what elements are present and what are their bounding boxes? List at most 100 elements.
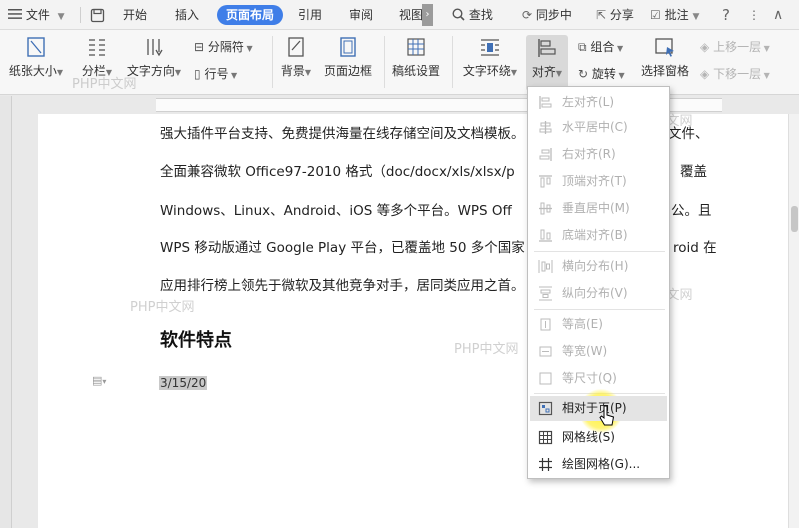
tab-home[interactable]: 开始 bbox=[123, 5, 147, 25]
align-left-icon bbox=[539, 96, 552, 109]
share-icon: ⇱ bbox=[596, 8, 607, 22]
sync-label: 同步中 bbox=[535, 8, 572, 22]
paper-size-button[interactable]: 纸张大小▼ bbox=[8, 36, 64, 79]
comment-icon: ☑ bbox=[650, 8, 661, 22]
align-bottom-icon bbox=[539, 229, 552, 242]
tab-scroll-right-icon[interactable]: › bbox=[422, 4, 433, 26]
line-number-button[interactable]: ▯ 行号 ▼ bbox=[194, 65, 237, 83]
same-height-icon bbox=[540, 318, 551, 331]
align-top-icon bbox=[539, 175, 552, 188]
document-page[interactable]: 强大插件平台支持、免费提供海量在线存储空间及文档模板。 全面兼容微软 Offic… bbox=[38, 77, 788, 528]
menu-item-same-height[interactable]: 等高(E) bbox=[530, 312, 667, 337]
columns-icon bbox=[89, 39, 105, 56]
menu-item-same-size[interactable]: 等尺寸(Q) bbox=[530, 366, 667, 391]
menu-tab-bar: 文件 ▼ 开始 插入 页面布局 引用 审阅 视图 › 查找 ⟳ 同步中 ⇱ 分享… bbox=[0, 0, 799, 30]
selection-pane-label: 选择窗格 bbox=[640, 64, 689, 78]
align-button[interactable]: 对齐▼ bbox=[526, 35, 568, 91]
more-icon[interactable]: ⋮ bbox=[748, 5, 760, 25]
watermark-text: PHP中文网 bbox=[130, 300, 195, 315]
text-direction-icon bbox=[147, 39, 163, 57]
paper-size-label: 纸张大小 bbox=[8, 64, 57, 78]
menu-item-distribute-h[interactable]: 横向分布(H) bbox=[530, 254, 667, 279]
text-wrap-label: 文字环绕 bbox=[462, 64, 511, 78]
menu-item-label: 底端对齐(B) bbox=[562, 228, 628, 242]
background-icon bbox=[288, 37, 304, 57]
menu-item-distribute-v[interactable]: 纵向分布(V) bbox=[530, 281, 667, 306]
tab-insert[interactable]: 插入 bbox=[175, 5, 199, 25]
tab-view[interactable]: 视图 bbox=[399, 5, 423, 25]
share-label: 分享 bbox=[609, 8, 634, 22]
horizontal-ruler[interactable] bbox=[38, 96, 799, 114]
align-icon bbox=[538, 39, 556, 57]
text-direction-label: 文字方向 bbox=[126, 64, 175, 78]
menu-item-label: 顶端对齐(T) bbox=[562, 174, 627, 188]
separator-label: 分隔符 bbox=[207, 40, 244, 54]
columns-label: 分栏 bbox=[81, 64, 106, 78]
background-button[interactable]: 背景▼ bbox=[278, 36, 314, 79]
menu-item-label: 右对齐(R) bbox=[562, 147, 616, 161]
comment-button[interactable]: ☑ 批注 ▼ bbox=[650, 5, 699, 25]
vertical-ruler[interactable] bbox=[0, 96, 12, 528]
menu-item-label: 等尺寸(Q) bbox=[562, 371, 617, 385]
align-center-h-icon bbox=[539, 121, 552, 134]
bring-forward-button[interactable]: ◈ 上移一层 ▼ bbox=[700, 38, 770, 56]
menu-item-align-right[interactable]: 右对齐(R) bbox=[530, 142, 667, 167]
menu-item-label: 相对于页(P) bbox=[562, 401, 627, 415]
page-border-button[interactable]: 页面边框 bbox=[322, 36, 374, 79]
menu-item-align-middle-v[interactable]: 垂直居中(M) bbox=[530, 196, 667, 221]
draft-settings-label: 稿纸设置 bbox=[391, 64, 440, 78]
group-label: 组合 bbox=[590, 40, 615, 54]
menu-item-label: 绘图网格(G)... bbox=[562, 457, 641, 471]
menu-item-same-width[interactable]: 等宽(W) bbox=[530, 339, 667, 364]
menu-item-align-bottom[interactable]: 底端对齐(B) bbox=[530, 223, 667, 248]
bring-forward-icon: ◈ bbox=[700, 40, 710, 54]
text-direction-button[interactable]: 文字方向▼ bbox=[124, 36, 184, 79]
draft-grid-icon bbox=[407, 38, 425, 56]
menu-item-align-top[interactable]: 顶端对齐(T) bbox=[530, 169, 667, 194]
comment-label: 批注 bbox=[664, 8, 689, 22]
align-right-icon bbox=[539, 148, 552, 161]
section-heading: 软件特点 bbox=[160, 330, 232, 351]
text-wrap-icon bbox=[481, 39, 499, 56]
gridlines-icon bbox=[538, 430, 553, 445]
page-border-label: 页面边框 bbox=[323, 64, 372, 78]
paragraph-tail-1: 文件、 bbox=[668, 126, 709, 142]
paragraph-tail-4: roid 在 bbox=[673, 240, 717, 256]
scrollbar-thumb[interactable] bbox=[791, 206, 798, 232]
text-wrap-button[interactable]: 文字环绕▼ bbox=[458, 36, 522, 79]
search-icon bbox=[452, 8, 469, 22]
paragraph-line-1: 强大插件平台支持、免费提供海量在线存储空间及文档模板。 bbox=[160, 126, 525, 142]
collapse-ribbon-icon[interactable]: ∧ bbox=[773, 5, 783, 25]
tab-review[interactable]: 审阅 bbox=[349, 5, 373, 25]
paragraph-line-3: Windows、Linux、Android、iOS 等多个平台。WPS Off bbox=[160, 203, 512, 219]
menu-item-align-center-h[interactable]: 水平居中(C) bbox=[530, 115, 667, 140]
columns-button[interactable]: 分栏▼ bbox=[78, 36, 116, 79]
separator-icon: ⊟ bbox=[194, 40, 205, 54]
selection-pane-button[interactable]: 选择窗格 bbox=[638, 36, 692, 79]
menu-item-label: 纵向分布(V) bbox=[562, 286, 628, 300]
menu-item-label: 左对齐(L) bbox=[562, 95, 615, 109]
send-backward-button[interactable]: ◈ 下移一层 ▼ bbox=[700, 65, 770, 83]
draft-settings-button[interactable]: 稿纸设置 bbox=[390, 36, 442, 79]
menu-item-drawing-grid[interactable]: 绘图网格(G)... bbox=[530, 452, 667, 477]
sync-button[interactable]: ⟳ 同步中 bbox=[522, 5, 572, 25]
menu-item-label: 等宽(W) bbox=[562, 344, 608, 358]
file-menu[interactable]: 文件 ▼ bbox=[8, 5, 65, 25]
selected-date-text[interactable]: 3/15/20 bbox=[159, 376, 208, 390]
align-label: 对齐 bbox=[531, 65, 556, 79]
share-button[interactable]: ⇱ 分享 bbox=[596, 5, 634, 25]
menu-item-label: 横向分布(H) bbox=[562, 259, 629, 273]
separator-button[interactable]: ⊟ 分隔符 ▼ bbox=[194, 38, 253, 56]
help-icon[interactable]: ? bbox=[722, 5, 730, 25]
group-button[interactable]: ⧉ 组合 ▼ bbox=[578, 38, 623, 56]
tab-references[interactable]: 引用 bbox=[298, 5, 322, 25]
menu-item-align-left[interactable]: 左对齐(L) bbox=[530, 90, 667, 115]
save-icon[interactable] bbox=[90, 5, 105, 25]
sync-icon: ⟳ bbox=[522, 8, 533, 22]
tab-layout[interactable]: 页面布局 bbox=[217, 5, 284, 25]
search-button[interactable]: 查找 bbox=[452, 5, 493, 25]
paragraph-mark-icon[interactable]: ▤▾ bbox=[92, 374, 106, 387]
background-label: 背景 bbox=[280, 64, 305, 78]
vertical-scrollbar[interactable] bbox=[788, 114, 799, 528]
rotate-button[interactable]: ↻ 旋转 ▼ bbox=[578, 65, 625, 83]
